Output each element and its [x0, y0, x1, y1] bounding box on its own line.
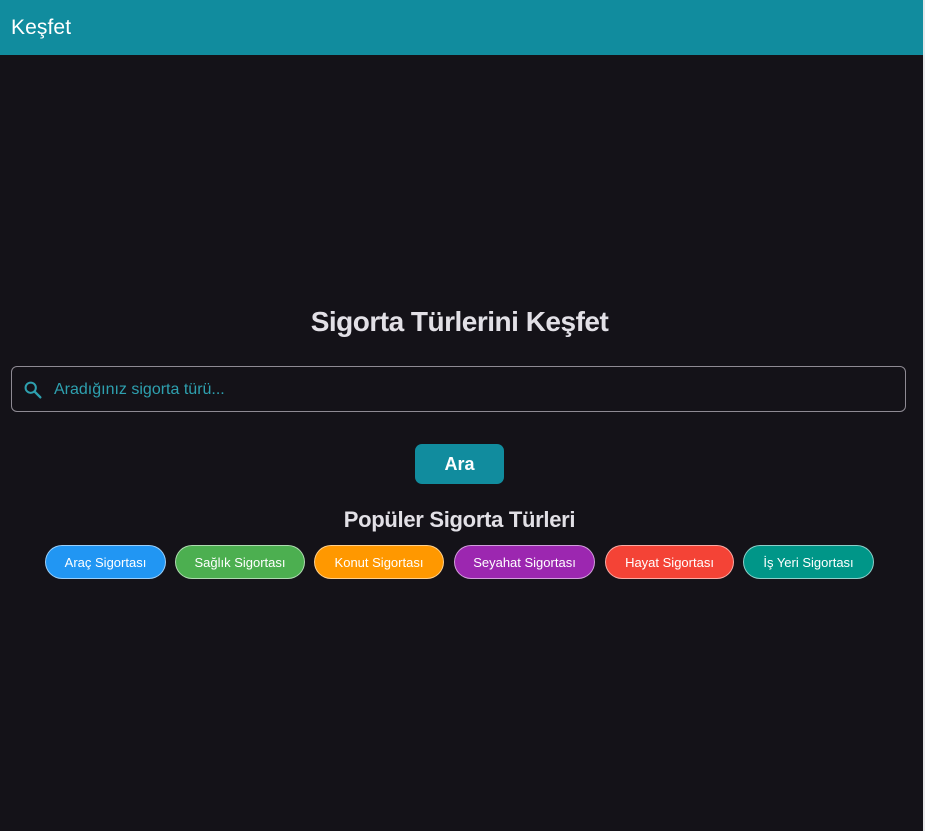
app-bar-title: Keşfet [11, 15, 72, 39]
chip-label: Sağlık Sigortası [194, 554, 286, 570]
chip-is-yeri-sigortasi[interactable]: İş Yeri Sigortası [743, 545, 874, 579]
app-bar: Keşfet [0, 0, 925, 55]
chip-seyahat-sigortasi[interactable]: Seyahat Sigortası [454, 545, 595, 579]
search-button[interactable]: Ara [415, 444, 504, 484]
chip-label: Konut Sigortası [334, 554, 424, 570]
search-input[interactable] [52, 367, 896, 413]
chip-label: İş Yeri Sigortası [763, 554, 854, 570]
chip-hayat-sigortasi[interactable]: Hayat Sigortası [605, 545, 734, 579]
popular-chips: Araç Sigortası Sağlık Sigortası Konut Si… [0, 545, 919, 579]
search-icon [24, 381, 42, 399]
chip-arac-sigortasi[interactable]: Araç Sigortası [45, 545, 166, 579]
chip-label: Seyahat Sigortası [473, 554, 576, 570]
chip-saglik-sigortasi[interactable]: Sağlık Sigortası [175, 545, 305, 579]
chip-label: Hayat Sigortası [625, 554, 714, 570]
search-field[interactable] [11, 366, 906, 413]
page-title: Sigorta Türlerini Keşfet [310, 306, 609, 337]
popular-section-title: Popüler Sigorta Türleri [343, 507, 576, 532]
chip-label: Araç Sigortası [64, 554, 147, 570]
chip-konut-sigortasi[interactable]: Konut Sigortası [314, 545, 444, 579]
